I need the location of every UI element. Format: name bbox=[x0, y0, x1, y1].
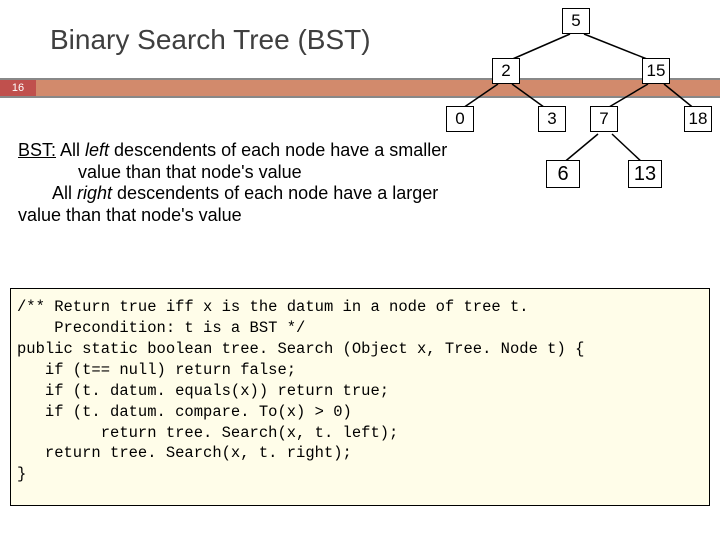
code-line-3: public static boolean tree. Search (Obje… bbox=[17, 340, 584, 358]
code-box: /** Return true iff x is the datum in a … bbox=[10, 288, 710, 506]
desc-bst-label: BST: bbox=[18, 140, 56, 160]
desc-t3: value than that node's value bbox=[18, 162, 302, 182]
desc-left-italic: left bbox=[85, 140, 109, 160]
bst-description: BST: All left descendents of each node h… bbox=[18, 140, 468, 226]
tree-node-5: 5 bbox=[562, 8, 590, 34]
desc-t2: descendents of each node have a smaller bbox=[109, 140, 447, 160]
tree-node-3: 3 bbox=[538, 106, 566, 132]
tree-node-13: 13 bbox=[628, 160, 662, 188]
code-line-4: if (t== null) return false; bbox=[17, 361, 296, 379]
code-line-7: return tree. Search(x, t. left); bbox=[17, 424, 398, 442]
desc-t4: All bbox=[18, 183, 77, 203]
code-line-1: /** Return true iff x is the datum in a … bbox=[17, 298, 529, 316]
desc-right-italic: right bbox=[77, 183, 112, 203]
code-line-5: if (t. datum. equals(x)) return true; bbox=[17, 382, 389, 400]
tree-node-6: 6 bbox=[546, 160, 580, 188]
desc-t1: All bbox=[56, 140, 85, 160]
page-number: 16 bbox=[0, 80, 36, 96]
page-title: Binary Search Tree (BST) bbox=[50, 24, 371, 56]
code-line-2: Precondition: t is a BST */ bbox=[17, 319, 305, 337]
code-line-6: if (t. datum. compare. To(x) > 0) bbox=[17, 403, 352, 421]
code-line-9: } bbox=[17, 465, 26, 483]
tree-node-0: 0 bbox=[446, 106, 474, 132]
tree-node-7: 7 bbox=[590, 106, 618, 132]
slide: Binary Search Tree (BST) 16 5 2 15 0 3 7… bbox=[0, 0, 720, 540]
code-line-8: return tree. Search(x, t. right); bbox=[17, 444, 352, 462]
tree-node-15: 15 bbox=[642, 58, 670, 84]
tree-node-2: 2 bbox=[492, 58, 520, 84]
tree-node-18: 18 bbox=[684, 106, 712, 132]
